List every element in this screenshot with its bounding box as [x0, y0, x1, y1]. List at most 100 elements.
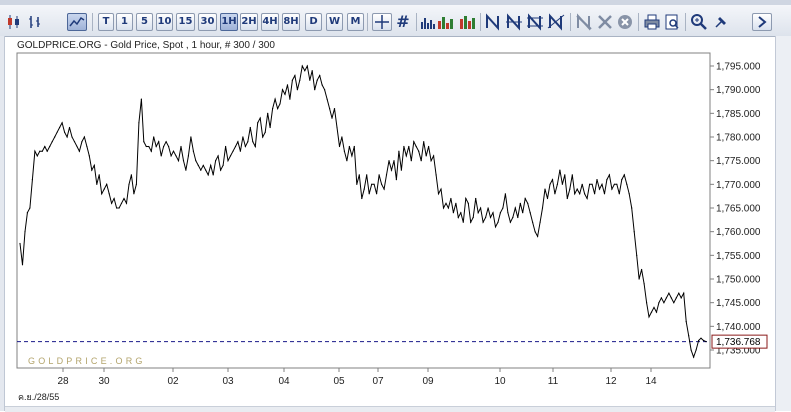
- data-point: [61, 122, 63, 124]
- data-point: [586, 197, 588, 200]
- data-point: [485, 216, 487, 219]
- data-point: [492, 212, 494, 214]
- data-point: [343, 150, 345, 152]
- data-point: [202, 164, 204, 166]
- data-point: [289, 98, 291, 100]
- data-point: [527, 202, 529, 204]
- data-point: [277, 108, 279, 110]
- data-point: [46, 150, 48, 152]
- data-point: [494, 226, 497, 228]
- data-point: [437, 193, 440, 195]
- data-point: [120, 202, 123, 204]
- data-point: [113, 197, 115, 200]
- data-point: [395, 179, 397, 181]
- data-point: [195, 160, 197, 162]
- data-point: [420, 160, 422, 162]
- data-point: [482, 221, 484, 223]
- data-point: [445, 202, 447, 204]
- data-point: [284, 93, 286, 95]
- data-point: [534, 231, 536, 233]
- data-point: [172, 150, 175, 152]
- data-point: [633, 231, 635, 233]
- data-point: [574, 193, 576, 195]
- data-point: [373, 183, 375, 185]
- data-point: [532, 221, 534, 223]
- data-point: [658, 302, 660, 304]
- data-point: [272, 108, 274, 110]
- data-point: [29, 207, 31, 209]
- y-tick-label: 1,745.000: [716, 298, 761, 309]
- data-point: [140, 98, 142, 100]
- data-point: [217, 155, 219, 157]
- data-point: [83, 136, 85, 138]
- y-tick-label: 1,780.000: [716, 133, 761, 144]
- data-point: [460, 212, 462, 214]
- x-tick-label: 05: [333, 376, 345, 387]
- data-point: [291, 79, 293, 81]
- data-point: [700, 337, 702, 339]
- data-point: [559, 169, 561, 171]
- price-chart[interactable]: 1,735.0001,740.0001,745.0001,750.0001,75…: [0, 0, 791, 411]
- data-point: [306, 65, 308, 67]
- data-point: [487, 207, 489, 209]
- data-point: [462, 221, 464, 223]
- data-point: [455, 202, 457, 204]
- data-point: [655, 311, 658, 313]
- data-point: [541, 207, 544, 209]
- data-point: [621, 179, 623, 181]
- data-point: [660, 297, 663, 299]
- data-point: [435, 174, 437, 176]
- data-point: [457, 216, 459, 219]
- data-point: [675, 297, 677, 299]
- data-point: [244, 145, 246, 148]
- data-point: [78, 150, 80, 152]
- data-point: [631, 207, 633, 209]
- data-point: [324, 89, 326, 91]
- data-point: [690, 349, 692, 351]
- data-point: [81, 141, 83, 143]
- data-point: [319, 74, 321, 77]
- data-point: [440, 188, 442, 190]
- data-point: [509, 221, 511, 223]
- data-point: [269, 126, 271, 129]
- data-point: [381, 183, 383, 185]
- data-point: [423, 141, 425, 143]
- data-point: [21, 264, 24, 266]
- data-point: [584, 193, 586, 195]
- data-point: [695, 349, 697, 351]
- bottom-scrollbar[interactable]: [5, 406, 775, 412]
- data-point: [73, 141, 76, 143]
- current-price-label: 1,736.768: [716, 337, 761, 348]
- data-point: [425, 155, 427, 157]
- data-point: [44, 145, 46, 148]
- data-point: [336, 126, 338, 129]
- data-point: [556, 183, 559, 185]
- data-point: [702, 339, 705, 342]
- data-point: [472, 216, 474, 219]
- y-tick-label: 1,740.000: [716, 322, 761, 333]
- data-point: [304, 70, 306, 72]
- data-point: [467, 202, 469, 204]
- data-point: [296, 89, 298, 91]
- data-point: [663, 302, 665, 304]
- data-point: [564, 174, 566, 176]
- data-point: [378, 174, 380, 176]
- data-point: [286, 84, 289, 86]
- data-point: [403, 145, 405, 148]
- data-point: [551, 179, 554, 181]
- data-point: [200, 169, 202, 171]
- data-point: [653, 306, 655, 308]
- data-point: [371, 183, 373, 185]
- data-point: [608, 174, 611, 176]
- data-point: [544, 188, 546, 190]
- data-point: [212, 174, 214, 176]
- data-point: [118, 207, 120, 209]
- y-tick-label: 1,765.000: [716, 204, 761, 215]
- y-tick-label: 1,775.000: [716, 156, 761, 167]
- data-point: [522, 212, 524, 214]
- data-point: [64, 131, 66, 133]
- data-point: [170, 155, 172, 157]
- data-point: [685, 321, 687, 323]
- data-point: [430, 160, 432, 162]
- data-point: [400, 169, 402, 171]
